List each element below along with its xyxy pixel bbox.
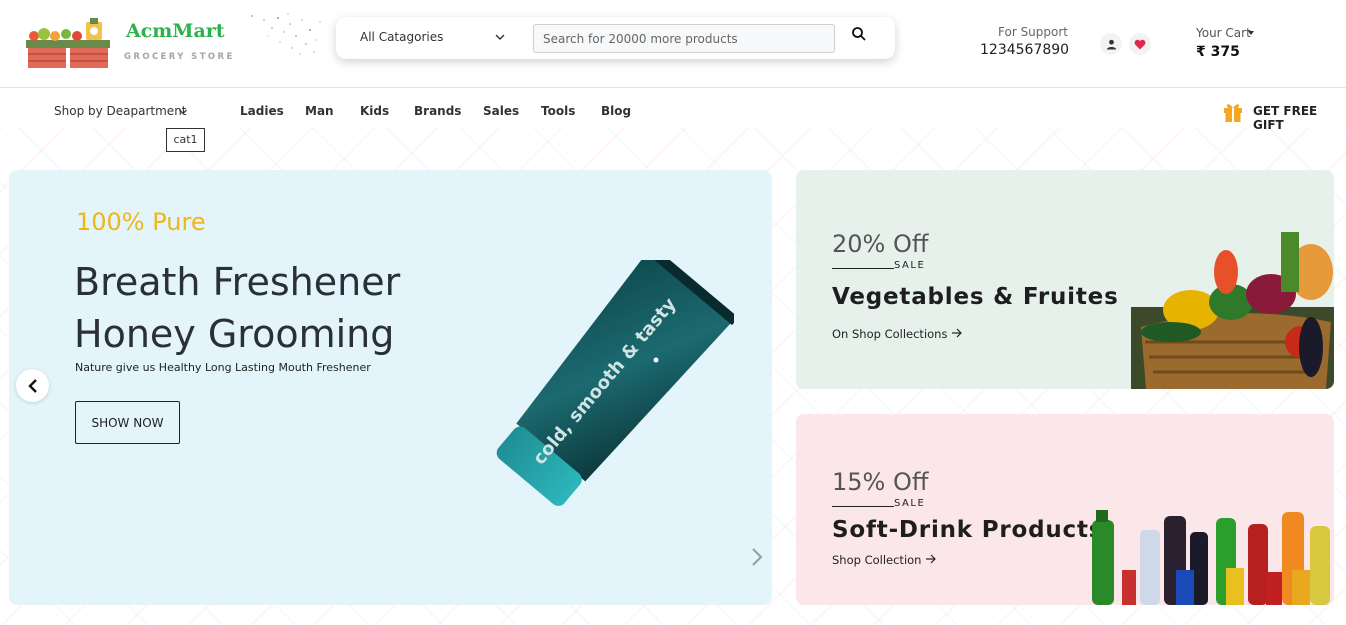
promo-card-vegetables[interactable]: 20% Off SALE Vegetables & Fruites On Sho… xyxy=(796,170,1334,389)
caret-down-icon[interactable] xyxy=(1248,30,1254,36)
promo-link-label: On Shop Collections xyxy=(832,327,948,341)
nav-link-ladies[interactable]: Ladies xyxy=(240,104,284,118)
promo-divider xyxy=(832,268,894,269)
promo-sale-label: SALE xyxy=(894,260,926,271)
gift-icon[interactable] xyxy=(1223,101,1243,123)
brand-tagline: GROCERY STORE xyxy=(124,52,235,62)
promo-link-label: Shop Collection xyxy=(832,553,922,567)
hero-slider: 100% Pure Breath Freshener Honey Groomin… xyxy=(9,170,772,605)
shop-by-department-dropdown[interactable]: Shop by Deapartment xyxy=(54,104,187,118)
chevron-down-icon[interactable] xyxy=(494,31,506,43)
shop-collections-link[interactable]: On Shop Collections xyxy=(832,327,963,341)
hero-title-line1: Breath Freshener xyxy=(74,260,401,304)
promo-card-soft-drinks[interactable]: 15% Off SALE Soft-Drink Products Shop Co… xyxy=(796,414,1334,605)
shop-collection-link[interactable]: Shop Collection xyxy=(832,553,937,567)
cart-amount[interactable]: ₹ 375 xyxy=(1196,44,1240,60)
hero-title: Breath Freshener Honey Grooming xyxy=(74,256,434,360)
slider-prev-button[interactable] xyxy=(16,369,49,402)
promo-sale-label: SALE xyxy=(894,498,926,509)
heart-icon xyxy=(1134,39,1146,49)
hero-title-line2: Honey Grooming xyxy=(74,312,395,356)
category-select[interactable]: All Catagories xyxy=(360,30,510,48)
arrow-right-icon xyxy=(926,554,936,564)
product-tube-image: cold, smooth & tasty xyxy=(496,260,734,506)
promo-title: Soft-Drink Products xyxy=(832,517,1104,543)
search-input[interactable] xyxy=(533,24,835,53)
soft-drink-bottles-image xyxy=(1092,510,1330,605)
promo-divider xyxy=(832,506,894,507)
chevron-left-icon xyxy=(27,378,37,393)
nav-link-tools[interactable]: Tools xyxy=(541,104,575,118)
promo-title: Vegetables & Fruites xyxy=(832,284,1119,310)
support-label: For Support xyxy=(998,25,1069,39)
department-option-cat1[interactable]: cat1 xyxy=(166,128,205,152)
vegetable-basket-image xyxy=(1131,232,1334,389)
show-now-button[interactable]: SHOW NOW xyxy=(75,401,180,444)
nav-link-brands[interactable]: Brands xyxy=(414,104,461,118)
hero-tagline: 100% Pure xyxy=(76,208,206,236)
wishlist-button[interactable] xyxy=(1129,33,1151,55)
get-free-gift-link[interactable]: GET FREE GIFT xyxy=(1253,104,1346,132)
nav-link-man[interactable]: Man xyxy=(305,104,334,118)
search-bar: All Catagories xyxy=(336,17,895,59)
search-icon[interactable] xyxy=(851,26,867,42)
cart-label[interactable]: Your Cart xyxy=(1196,26,1251,40)
promo-discount: 15% Off xyxy=(832,468,929,496)
brand-name[interactable]: AcmMart xyxy=(126,20,225,42)
user-account-button[interactable] xyxy=(1100,33,1122,55)
support-phone: 1234567890 xyxy=(980,42,1070,58)
store-logo-icon[interactable] xyxy=(24,16,112,70)
nav-link-kids[interactable]: Kids xyxy=(360,104,389,118)
site-header: AcmMart GROCERY STORE All Catagories For… xyxy=(0,0,1346,88)
arrow-right-icon xyxy=(952,328,962,338)
slider-next-button[interactable] xyxy=(748,545,768,569)
user-icon xyxy=(1106,39,1116,50)
hero-description: Nature give us Healthy Long Lasting Mout… xyxy=(75,361,371,374)
nav-link-sales[interactable]: Sales xyxy=(483,104,519,118)
chevron-down-icon[interactable] xyxy=(178,107,188,117)
promo-discount: 20% Off xyxy=(832,230,929,258)
main-navigation: Shop by Deapartment cat1 Ladies Man Kids… xyxy=(0,89,1346,152)
sparkle-decoration xyxy=(251,13,321,55)
chevron-right-icon xyxy=(752,548,763,566)
nav-link-blog[interactable]: Blog xyxy=(601,104,631,118)
